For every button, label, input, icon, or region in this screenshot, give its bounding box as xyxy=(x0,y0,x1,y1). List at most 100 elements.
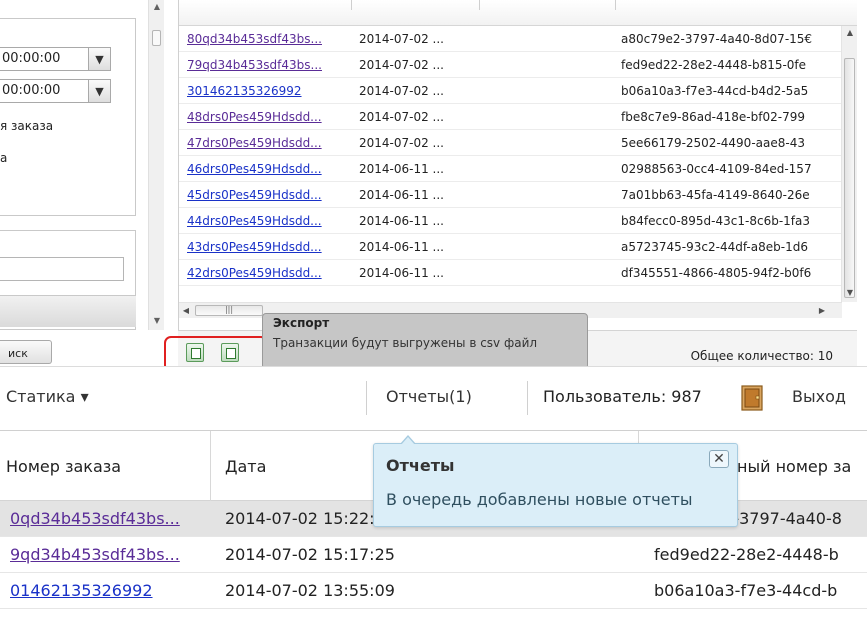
guid-cell: 5ee66179-2502-4490-aae8-43 xyxy=(621,136,805,150)
grid-vertical-scrollbar[interactable]: ▲ ▼ xyxy=(841,26,857,302)
total-count: Общее количество: 10 xyxy=(690,349,833,363)
table-row[interactable]: 47drs0Pes459Hdsdd... 2014-07-02 ... 5ee661… xyxy=(179,130,842,156)
guid-cell: fed9ed22-28e2-4448-b815-0fe xyxy=(621,58,807,72)
table-row[interactable]: 44drs0Pes459Hdsdd... 2014-06-11 ... b84fec… xyxy=(179,208,842,234)
filter-box: 00:00:00 ▼ 00:00:00 ▼ я заказа а xyxy=(0,18,136,216)
order-link[interactable]: 43drs0Pes459Hdsdd... xyxy=(187,234,351,260)
tooltip-title: Экспорт xyxy=(273,316,330,330)
date-cell: 2014-07-02 ... xyxy=(359,136,444,150)
order-link[interactable]: 45drs0Pes459Hdsdd... xyxy=(187,182,351,208)
time-from-field[interactable]: 00:00:00 ▼ xyxy=(0,47,111,71)
order-link[interactable]: 01462135326992 xyxy=(10,573,153,608)
reports-link[interactable]: Отчеты(1) xyxy=(386,387,472,406)
scroll-right-icon[interactable]: ▶ xyxy=(815,303,829,319)
popover-message: В очередь добавлены новые отчеты xyxy=(386,490,693,509)
guid-cell: a80c79e2-3797-4a40-8d07-15€ xyxy=(621,32,813,46)
scroll-thumb[interactable]: ||| xyxy=(195,305,263,316)
zoomed-transactions-view: 00:00:00 ▼ 00:00:00 ▼ я заказа а иск ▲ ▼… xyxy=(0,0,867,366)
filter-label-fragment: а xyxy=(0,151,8,165)
guid-cell: fbe8c7e9-86ad-418e-bf02-799 xyxy=(621,110,805,124)
search-input[interactable] xyxy=(0,257,124,281)
guid-cell: 02988563-0cc4-4109-84ed-157 xyxy=(621,162,812,176)
table-row[interactable]: 9qd34b453sdf43bs... 2014-07-02 15:17:25 fe… xyxy=(0,537,867,573)
guid-cell: b84fecc0-895d-43c1-8c6b-1fa3 xyxy=(621,214,810,228)
scroll-down-icon[interactable]: ▼ xyxy=(149,314,165,328)
table-row[interactable]: 48drs0Pes459Hdsdd... 2014-07-02 ... fbe8c7… xyxy=(179,104,842,130)
order-link[interactable]: 301462135326992 xyxy=(187,78,351,104)
order-link[interactable]: 0qd34b453sdf43bs... xyxy=(10,501,180,536)
order-link[interactable]: 44drs0Pes459Hdsdd... xyxy=(187,208,351,234)
order-filter-label: я заказа xyxy=(0,119,54,133)
time-to-field[interactable]: 00:00:00 ▼ xyxy=(0,79,111,103)
scroll-thumb[interactable] xyxy=(844,58,855,298)
top-navigation-bar: Статика ▾ Отчеты(1) Пользователь: 987 Вы… xyxy=(0,367,867,431)
logout-link[interactable]: Выход xyxy=(792,387,846,406)
guid-cell: df345551-4866-4805-94f2-b0f6 xyxy=(621,266,812,280)
date-cell: 2014-07-02 ... xyxy=(359,110,444,124)
guid-cell: fed9ed22-28e2-4448-b xyxy=(654,545,839,564)
time-from-value[interactable]: 00:00:00 xyxy=(0,47,89,71)
reports-popover: Отчеты ✕ В очередь добавлены новые отчет… xyxy=(373,435,738,527)
date-cell: 2014-07-02 13:55:09 xyxy=(225,581,395,600)
table-row[interactable]: 79qd34b453sdf43bs... 2014-07-02 ... fed9ed… xyxy=(179,52,842,78)
scroll-up-icon[interactable]: ▲ xyxy=(149,0,165,14)
popover-caret xyxy=(400,435,416,445)
order-link[interactable]: 80qd34b453sdf43bs... xyxy=(187,26,351,52)
transactions-grid-small: 80qd34b453sdf43bs... 2014-07-02 ... a80c79… xyxy=(178,0,857,330)
table-row[interactable]: 301462135326992 2014-07-02 ... b06a10a3-f7… xyxy=(179,78,842,104)
toolbar-divider xyxy=(366,381,367,415)
table-row[interactable]: 01462135326992 2014-07-02 13:55:09 b06a10a… xyxy=(0,573,867,609)
order-link[interactable]: 47drs0Pes459Hdsdd... xyxy=(187,130,351,156)
date-cell: 2014-06-11 ... xyxy=(359,266,444,280)
date-cell: 2014-06-11 ... xyxy=(359,214,444,228)
order-link[interactable]: 9qd34b453sdf43bs... xyxy=(10,537,180,572)
table-row[interactable]: 80qd34b453sdf43bs... 2014-07-02 ... a80c79… xyxy=(179,26,842,52)
guid-cell: 7a01bb63-45fa-4149-8640-26e xyxy=(621,188,810,202)
statika-menu[interactable]: Статика ▾ xyxy=(6,387,89,406)
column-header-date[interactable]: Дата xyxy=(225,457,266,476)
scroll-thumb[interactable] xyxy=(152,30,161,46)
date-cell: 2014-06-11 ... xyxy=(359,240,444,254)
logout-door-icon[interactable] xyxy=(740,385,764,411)
search-button[interactable]: иск xyxy=(0,340,52,364)
chevron-down-icon[interactable]: ▼ xyxy=(89,47,111,71)
tooltip-body: Транзакции будут выгружены в csv файл xyxy=(273,336,538,350)
column-header-order[interactable]: Номер заказа xyxy=(6,457,121,476)
export-excel-icon[interactable] xyxy=(186,343,204,362)
order-link[interactable]: 42drs0Pes459Hdsdd... xyxy=(187,260,351,286)
table-row[interactable]: 43drs0Pes459Hdsdd... 2014-06-11 ... a57237… xyxy=(179,234,842,260)
column-divider xyxy=(210,431,211,501)
popover-title: Отчеты xyxy=(386,456,455,475)
export-highlight-box xyxy=(164,336,268,366)
date-cell: 2014-07-02 15:22:40 xyxy=(225,509,395,528)
close-icon[interactable]: ✕ xyxy=(709,450,729,468)
filter-panel: 00:00:00 ▼ 00:00:00 ▼ я заказа а xyxy=(0,0,148,330)
scroll-down-icon[interactable]: ▼ xyxy=(842,288,857,297)
guid-cell: a5723745-93c2-44df-a8eb-1d6 xyxy=(621,240,808,254)
filter-toolbar xyxy=(0,295,136,327)
search-box xyxy=(0,230,136,330)
date-cell: 2014-07-02 ... xyxy=(359,58,444,72)
column-header-other[interactable]: ный номер за xyxy=(737,457,851,476)
grid-header xyxy=(179,0,857,26)
export-csv-icon[interactable] xyxy=(221,343,239,362)
order-link[interactable]: 46drs0Pes459Hdsdd... xyxy=(187,156,351,182)
table-row[interactable]: 45drs0Pes459Hdsdd... 2014-06-11 ... 7a01bb… xyxy=(179,182,842,208)
date-cell: 2014-07-02 15:17:25 xyxy=(225,545,395,564)
time-to-value[interactable]: 00:00:00 xyxy=(0,79,89,103)
left-panel-scrollbar[interactable]: ▲ ▼ xyxy=(148,0,164,330)
table-row[interactable]: 42drs0Pes459Hdsdd... 2014-06-11 ... df3455… xyxy=(179,260,842,286)
scroll-up-icon[interactable]: ▲ xyxy=(842,28,857,37)
chevron-down-icon[interactable]: ▼ xyxy=(89,79,111,103)
toolbar-divider xyxy=(527,381,528,415)
scroll-left-icon[interactable]: ◀ xyxy=(179,303,193,319)
guid-cell: b06a10a3-f7e3-44cd-b xyxy=(654,581,838,600)
date-cell: 2014-07-02 ... xyxy=(359,32,444,46)
order-link[interactable]: 79qd34b453sdf43bs... xyxy=(187,52,351,78)
date-cell: 2014-06-11 ... xyxy=(359,188,444,202)
main-view: Статика ▾ Отчеты(1) Пользователь: 987 Вы… xyxy=(0,366,867,644)
date-cell: 2014-07-02 ... xyxy=(359,84,444,98)
order-link[interactable]: 48drs0Pes459Hdsdd... xyxy=(187,104,351,130)
date-cell: 2014-06-11 ... xyxy=(359,162,444,176)
table-row[interactable]: 46drs0Pes459Hdsdd... 2014-06-11 ... 029885… xyxy=(179,156,842,182)
